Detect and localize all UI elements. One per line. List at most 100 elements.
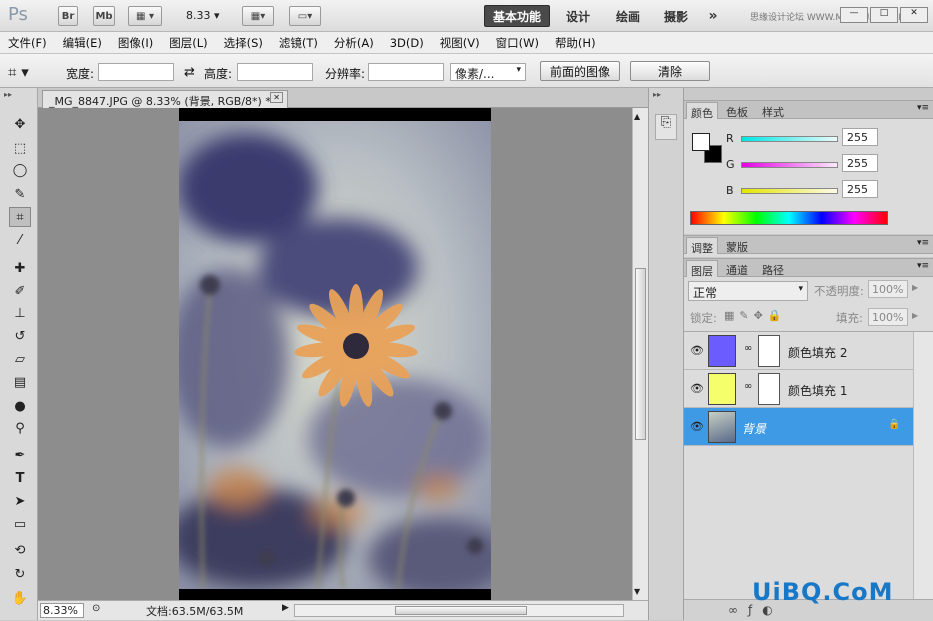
close-button[interactable]: ✕ — [900, 7, 928, 23]
blur-tool-icon[interactable]: ● — [9, 396, 31, 416]
dodge-tool-icon[interactable]: ⚲ — [9, 418, 31, 438]
visibility-eye-icon[interactable]: 👁 — [690, 420, 704, 433]
scroll-up-icon[interactable]: ▲ — [634, 112, 640, 121]
clear-button[interactable]: 清除 — [630, 61, 710, 81]
channel-g-slider[interactable] — [741, 162, 838, 168]
document-tab[interactable]: _MG_8847.JPG @ 8.33% (背景, RGB/8*) * ✕ — [42, 90, 288, 108]
zoom-level-select[interactable]: 8.33 ▾ — [186, 9, 220, 22]
resolution-input[interactable] — [368, 63, 444, 81]
type-tool-icon[interactable]: T — [9, 468, 31, 488]
workspace-essentials[interactable]: 基本功能 — [484, 5, 550, 27]
tab-styles[interactable]: 样式 — [758, 102, 788, 119]
expand-dock-icon[interactable]: ▸▸ — [653, 90, 661, 99]
tab-swatches[interactable]: 色板 — [722, 102, 752, 119]
channel-r-slider[interactable] — [741, 136, 838, 142]
bridge-button[interactable]: Br — [58, 6, 78, 26]
brush-tool-icon[interactable]: ✐ — [9, 281, 31, 301]
lock-icons[interactable]: ▦✎✥🔒 — [724, 309, 787, 322]
layer-mask-thumbnail[interactable] — [758, 373, 780, 405]
resolution-unit-select[interactable]: 像素/... ▾ — [450, 63, 526, 81]
arrange-documents-button[interactable]: ▦▾ — [242, 6, 274, 26]
close-tab-icon[interactable]: ✕ — [270, 92, 283, 103]
status-menu-arrow-icon[interactable]: ▶ — [282, 603, 289, 613]
workspace-painting[interactable]: 绘画 — [610, 5, 646, 27]
menu-edit[interactable]: 编辑(E) — [55, 35, 110, 51]
tab-channels[interactable]: 通道 — [722, 260, 752, 277]
workspace-design[interactable]: 设计 — [560, 5, 596, 27]
more-workspaces-button[interactable]: » — [702, 5, 724, 27]
eyedropper-tool-icon[interactable]: ⁄ — [9, 230, 31, 250]
history-panel-icon[interactable]: ⎘ — [655, 114, 677, 140]
layer-mask-thumbnail[interactable] — [758, 335, 780, 367]
menu-select[interactable]: 选择(S) — [216, 35, 271, 51]
foreground-color-swatch[interactable] — [692, 133, 710, 151]
status-info-icon[interactable]: ⊙ — [92, 603, 100, 614]
panel-menu-icon[interactable]: ▾≡ — [917, 103, 929, 113]
marquee-tool-icon[interactable]: ⬚ — [9, 138, 31, 158]
tab-masks[interactable]: 蒙版 — [722, 237, 752, 254]
quick-select-tool-icon[interactable]: ✎ — [9, 184, 31, 204]
crop-tool-icon[interactable]: ⌗ — [9, 207, 31, 227]
collapse-toolbox-icon[interactable]: ▸▸ — [4, 90, 12, 99]
color-spectrum-bar[interactable] — [690, 211, 888, 225]
mini-bridge-button[interactable]: Mb — [93, 6, 115, 26]
gradient-tool-icon[interactable]: ▤ — [9, 372, 31, 392]
path-select-tool-icon[interactable]: ➤ — [9, 491, 31, 511]
move-tool-icon[interactable]: ✥ — [9, 114, 31, 134]
menu-analysis[interactable]: 分析(A) — [326, 35, 382, 51]
visibility-eye-icon[interactable]: 👁 — [690, 382, 704, 395]
menu-filter[interactable]: 滤镜(T) — [271, 35, 326, 51]
crop-tool-preset-icon[interactable]: ⌗ ▾ — [8, 63, 29, 81]
lasso-tool-icon[interactable]: ◯ — [9, 160, 31, 180]
3d-orbit-tool-icon[interactable]: ↻ — [9, 564, 31, 584]
horizontal-scroll-thumb[interactable] — [395, 606, 527, 615]
menu-3d[interactable]: 3D(D) — [382, 36, 432, 50]
width-input[interactable] — [98, 63, 174, 81]
channel-r-value[interactable]: 255 — [842, 128, 878, 146]
menu-help[interactable]: 帮助(H) — [547, 35, 604, 51]
channel-b-slider[interactable] — [741, 188, 838, 194]
layer-row[interactable]: 👁 ∞ 颜色填充 2 — [684, 332, 913, 370]
height-input[interactable] — [237, 63, 313, 81]
horizontal-scrollbar[interactable] — [294, 604, 624, 617]
vertical-scroll-thumb[interactable] — [635, 268, 646, 440]
menu-file[interactable]: 文件(F) — [0, 35, 55, 51]
fill-arrow-icon[interactable]: ▶ — [912, 311, 918, 320]
visibility-eye-icon[interactable]: 👁 — [690, 344, 704, 357]
minimize-button[interactable]: — — [840, 7, 868, 23]
screen-mode-button[interactable]: ▭▾ — [289, 6, 321, 26]
tab-paths[interactable]: 路径 — [758, 260, 788, 277]
opacity-arrow-icon[interactable]: ▶ — [912, 283, 918, 292]
swap-icon[interactable]: ⇄ — [184, 65, 195, 80]
layer-row[interactable]: 👁 背景 🔒 — [684, 408, 913, 446]
history-brush-tool-icon[interactable]: ↺ — [9, 326, 31, 346]
clone-stamp-tool-icon[interactable]: ⊥ — [9, 303, 31, 323]
3d-rotate-tool-icon[interactable]: ⟲ — [9, 540, 31, 560]
opacity-input[interactable]: 100% — [868, 280, 908, 298]
zoom-input[interactable]: 8.33% — [40, 603, 84, 618]
channel-b-value[interactable]: 255 — [842, 180, 878, 198]
canvas-area[interactable] — [38, 108, 632, 600]
eraser-tool-icon[interactable]: ▱ — [9, 349, 31, 369]
tab-color[interactable]: 颜色 — [686, 102, 718, 120]
rectangle-tool-icon[interactable]: ▭ — [9, 514, 31, 534]
pen-tool-icon[interactable]: ✒ — [9, 445, 31, 465]
layers-scrollbar[interactable] — [913, 332, 933, 600]
front-image-button[interactable]: 前面的图像 — [540, 61, 620, 81]
blend-mode-select[interactable]: 正常 ▾ — [688, 281, 808, 301]
layers-panel-menu-icon[interactable]: ▾≡ — [917, 261, 929, 271]
healing-brush-tool-icon[interactable]: ✚ — [9, 258, 31, 278]
tab-adjustments[interactable]: 调整 — [686, 237, 718, 255]
adjust-panel-menu-icon[interactable]: ▾≡ — [917, 238, 929, 248]
workspace-photography[interactable]: 摄影 — [658, 5, 694, 27]
view-extras-button[interactable]: ▦ ▾ — [128, 6, 162, 26]
menu-image[interactable]: 图像(I) — [110, 35, 161, 51]
menu-view[interactable]: 视图(V) — [432, 35, 488, 51]
fill-input[interactable]: 100% — [868, 308, 908, 326]
layer-row[interactable]: 👁 ∞ 颜色填充 1 — [684, 370, 913, 408]
channel-g-value[interactable]: 255 — [842, 154, 878, 172]
vertical-scrollbar[interactable]: ▲ ▼ — [632, 108, 648, 600]
menu-window[interactable]: 窗口(W) — [488, 35, 547, 51]
tab-layers[interactable]: 图层 — [686, 260, 718, 278]
maximize-button[interactable]: □ — [870, 7, 898, 23]
